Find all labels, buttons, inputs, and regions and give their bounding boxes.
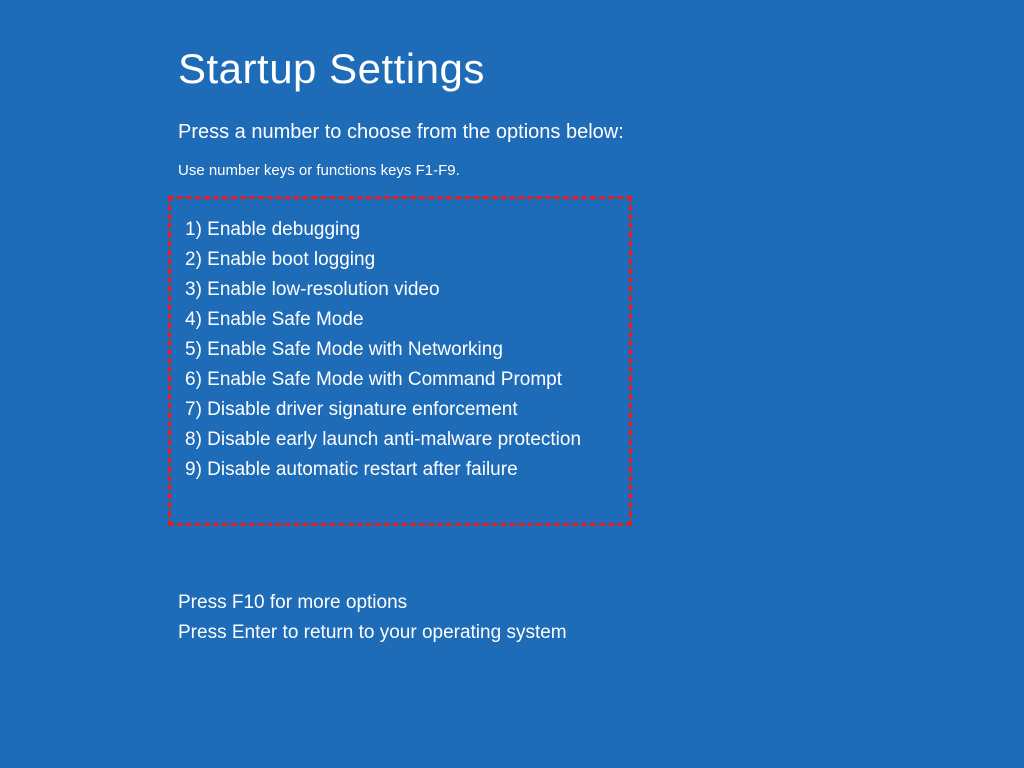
options-list-highlight: 1) Enable debugging 2) Enable boot loggi…: [168, 196, 632, 526]
option-5-enable-safe-mode-networking[interactable]: 5) Enable Safe Mode with Networking: [185, 335, 615, 365]
option-2-enable-boot-logging[interactable]: 2) Enable boot logging: [185, 245, 615, 275]
option-3-enable-low-resolution-video[interactable]: 3) Enable low-resolution video: [185, 275, 615, 305]
option-1-enable-debugging[interactable]: 1) Enable debugging: [185, 215, 615, 245]
page-title: Startup Settings: [178, 45, 1024, 93]
footer-more-options: Press F10 for more options: [178, 588, 567, 618]
option-8-disable-early-launch-anti-malware[interactable]: 8) Disable early launch anti-malware pro…: [185, 425, 615, 455]
startup-settings-screen: Startup Settings Press a number to choos…: [0, 0, 1024, 179]
instruction-subtitle: Press a number to choose from the option…: [178, 121, 1024, 144]
option-7-disable-driver-signature-enforcement[interactable]: 7) Disable driver signature enforcement: [185, 395, 615, 425]
option-9-disable-automatic-restart[interactable]: 9) Disable automatic restart after failu…: [185, 455, 615, 485]
footer-instructions: Press F10 for more options Press Enter t…: [178, 588, 567, 648]
key-hint: Use number keys or functions keys F1-F9.: [178, 162, 1024, 179]
option-4-enable-safe-mode[interactable]: 4) Enable Safe Mode: [185, 305, 615, 335]
footer-return: Press Enter to return to your operating …: [178, 618, 567, 648]
option-6-enable-safe-mode-command-prompt[interactable]: 6) Enable Safe Mode with Command Prompt: [185, 365, 615, 395]
